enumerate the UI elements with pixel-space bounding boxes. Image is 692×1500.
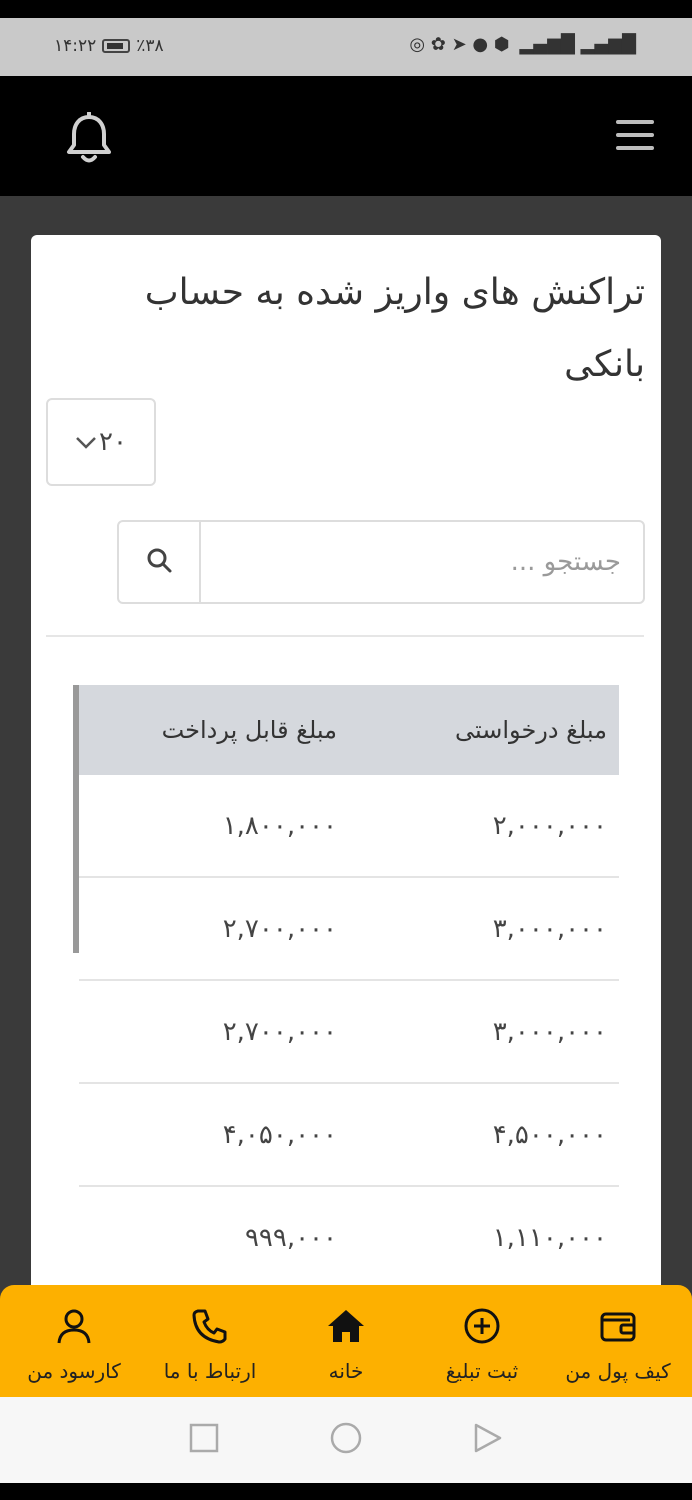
- transactions-table: مبلغ درخواستی مبلغ قابل پرداخت ۲,۰۰۰,۰۰۰…: [79, 685, 619, 1290]
- status-icons: ◎ ✿ ➤ ● ⬢ ▂▄▆█ ▂▄▆█: [409, 34, 636, 55]
- recents-icon[interactable]: [189, 1423, 219, 1457]
- phone-icon: [189, 1305, 231, 1351]
- nav-label: ثبت تبلیغ: [445, 1359, 519, 1383]
- status-bar: ۱۴:۲۲ ٪۳۸ ◎ ✿ ➤ ● ⬢ ▂▄▆█ ▂▄▆█: [0, 18, 692, 76]
- divider: [46, 635, 644, 637]
- table-row: ۱,۱۱۰,۰۰۰ ۹۹۹,۰۰۰: [79, 1187, 619, 1290]
- payable-amount-cell: ۱,۸۰۰,۰۰۰: [222, 810, 337, 841]
- nav-contact[interactable]: ارتباط با ما: [144, 1285, 276, 1397]
- bottom-edge: [0, 1483, 692, 1500]
- search-input[interactable]: [201, 522, 643, 602]
- payable-amount-cell: ۲,۷۰۰,۰۰۰: [222, 913, 337, 944]
- nav-label: کیف پول من: [565, 1359, 671, 1383]
- requested-amount-cell: ۳,۰۰۰,۰۰۰: [492, 913, 607, 944]
- table-row: ۳,۰۰۰,۰۰۰ ۲,۷۰۰,۰۰۰: [79, 981, 619, 1084]
- header-requested-amount[interactable]: مبلغ درخواستی: [349, 716, 619, 744]
- system-navigation-bar: [0, 1397, 692, 1483]
- battery-level: ٪۳۸: [136, 36, 164, 56]
- nav-post-ad[interactable]: ثبت تبلیغ: [416, 1285, 548, 1397]
- requested-amount-cell: ۴,۵۰۰,۰۰۰: [492, 1119, 607, 1150]
- home-circle-icon[interactable]: [329, 1421, 363, 1459]
- payable-amount-cell: ۲,۷۰۰,۰۰۰: [222, 1016, 337, 1047]
- status-left: ۱۴:۲۲ ٪۳۸: [54, 36, 164, 56]
- requested-amount-cell: ۲,۰۰۰,۰۰۰: [492, 810, 607, 841]
- chevron-down-icon: [75, 427, 97, 457]
- back-icon[interactable]: [473, 1422, 503, 1458]
- page-size-value: ۲۰: [99, 427, 127, 457]
- nav-home[interactable]: خانه: [280, 1285, 412, 1397]
- nav-profile[interactable]: کارسود من: [8, 1285, 140, 1397]
- search-box: [117, 520, 645, 604]
- hamburger-menu-icon[interactable]: [616, 120, 654, 152]
- nav-wallet[interactable]: کیف پول من: [552, 1285, 684, 1397]
- payable-amount-cell: ۴,۰۵۰,۰۰۰: [222, 1119, 337, 1150]
- nav-label: خانه: [328, 1359, 364, 1383]
- search-icon: [145, 546, 173, 578]
- requested-amount-cell: ۳,۰۰۰,۰۰۰: [492, 1016, 607, 1047]
- bell-icon[interactable]: [64, 111, 114, 166]
- table-header: مبلغ درخواستی مبلغ قابل پرداخت: [79, 685, 619, 775]
- notification-icons: ◎ ✿ ➤ ● ⬢: [409, 34, 510, 55]
- payable-amount-cell: ۹۹۹,۰۰۰: [244, 1222, 337, 1253]
- table-row: ۲,۰۰۰,۰۰۰ ۱,۸۰۰,۰۰۰: [79, 775, 619, 878]
- user-icon: [53, 1305, 95, 1351]
- wallet-icon: [597, 1305, 639, 1351]
- bottom-nav: کیف پول من ثبت تبلیغ خانه ارتباط با ما ک…: [0, 1285, 692, 1397]
- plus-circle-icon: [461, 1305, 503, 1351]
- page-size-select[interactable]: ۲۰: [46, 398, 156, 486]
- transactions-card: تراکنش های واریز شده به حساب بانکی ۲۰ مب…: [31, 235, 661, 1335]
- status-time: ۱۴:۲۲: [54, 36, 97, 56]
- page-title: تراکنش های واریز شده به حساب بانکی: [144, 272, 645, 385]
- signal-icon: ▂▄▆█ ▂▄▆█: [519, 34, 636, 55]
- home-icon: [325, 1305, 367, 1351]
- requested-amount-cell: ۱,۱۱۰,۰۰۰: [492, 1222, 607, 1253]
- search-button[interactable]: [119, 522, 201, 602]
- header-payable-amount[interactable]: مبلغ قابل پرداخت: [79, 716, 349, 744]
- nav-label: کارسود من: [27, 1359, 121, 1383]
- nav-label: ارتباط با ما: [163, 1359, 257, 1383]
- table-row: ۴,۵۰۰,۰۰۰ ۴,۰۵۰,۰۰۰: [79, 1084, 619, 1187]
- battery-icon: [102, 39, 131, 53]
- table-row: ۳,۰۰۰,۰۰۰ ۲,۷۰۰,۰۰۰: [79, 878, 619, 981]
